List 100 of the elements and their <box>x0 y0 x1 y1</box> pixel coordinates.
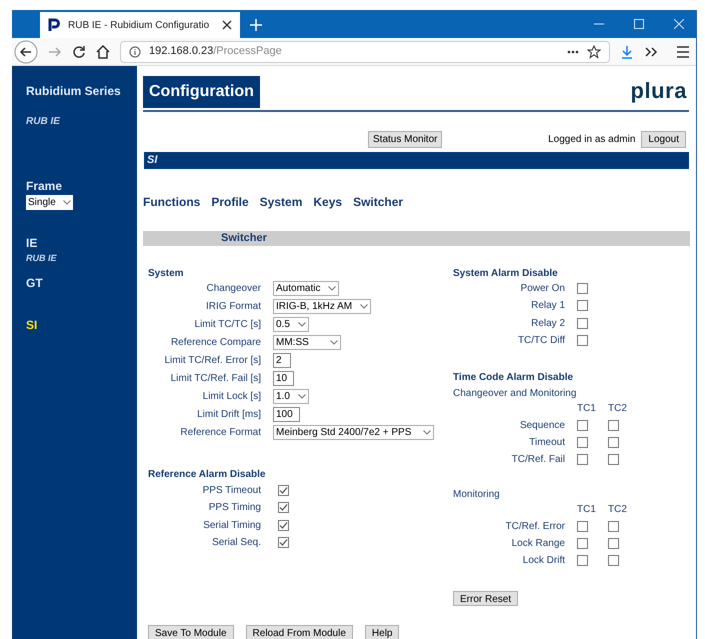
field-label: Limit Drift [ms] <box>197 408 261 422</box>
checkbox-label: TC/Ref. Fail <box>512 452 565 466</box>
dropdown[interactable]: Meinberg Std 2400/7e2 + PPS <box>273 425 434 440</box>
reload-icon[interactable] <box>72 44 86 58</box>
checkbox[interactable] <box>577 420 588 430</box>
checkbox-label: PPS Timeout <box>202 484 261 498</box>
error-reset-button[interactable]: Error Reset <box>453 590 518 606</box>
input-field[interactable]: 2 <box>273 353 291 368</box>
column-header: TC1 <box>577 402 595 416</box>
menu-icon[interactable] <box>676 46 690 58</box>
field-label: Reference Compare <box>170 336 261 350</box>
chevron-down-icon <box>328 286 336 291</box>
checkbox[interactable] <box>608 538 619 548</box>
group-subheading: Changeover and Monitoring <box>453 386 578 400</box>
field-label: Limit TC/TC [s] <box>194 318 261 332</box>
input-field[interactable]: 10 <box>273 371 294 386</box>
download-icon[interactable] <box>620 44 634 58</box>
checkbox-label: Timeout <box>529 436 565 450</box>
checkbox[interactable] <box>577 520 588 532</box>
home-icon[interactable] <box>96 44 110 58</box>
close-icon[interactable] <box>222 20 232 30</box>
column-header: TC1 <box>577 503 595 517</box>
menu-link[interactable]: Keys <box>313 192 342 206</box>
checkbox[interactable] <box>278 484 289 496</box>
checkbox[interactable] <box>577 436 588 448</box>
back-icon[interactable] <box>14 40 38 64</box>
dropdown[interactable]: IRIG-B, 1kHz AM <box>273 299 372 314</box>
info-icon[interactable] <box>129 46 141 58</box>
column-header: TC2 <box>608 503 626 517</box>
checkbox[interactable] <box>608 554 619 566</box>
field-label: Changeover <box>206 282 261 296</box>
checkbox-label: Sequence <box>520 418 565 432</box>
brand-logo: plura <box>630 80 687 102</box>
chevron-down-icon <box>360 304 368 309</box>
page-title: Configuration <box>143 76 260 108</box>
checkbox[interactable] <box>577 554 588 566</box>
footer-button[interactable]: Help <box>364 624 400 639</box>
group-heading: Reference Alarm Disable <box>148 468 266 480</box>
tab-title: RUB IE - Rubidium Configuratio <box>68 18 210 32</box>
group-heading: System <box>148 266 185 280</box>
sidebar-subtitle: RUB IE <box>26 115 62 129</box>
dropdown[interactable]: 1.0 <box>273 389 309 404</box>
checkbox-label: Lock Range <box>512 536 565 550</box>
frame-label: Frame <box>26 178 64 195</box>
logo-icon <box>48 18 60 32</box>
checkbox[interactable] <box>577 335 588 346</box>
checkbox-label: Lock Drift <box>522 554 565 568</box>
browser-tab[interactable]: RUB IE - Rubidium Configuratio <box>40 12 240 38</box>
checkbox[interactable] <box>577 318 588 329</box>
footer-button[interactable]: Reload From Module <box>246 624 353 639</box>
checkbox-label: Power On <box>520 282 565 296</box>
menu-link[interactable]: System <box>260 192 302 206</box>
star-icon[interactable] <box>587 44 601 58</box>
dropdown[interactable]: MM:SS <box>273 335 341 350</box>
checkbox-label: TC/TC Diff <box>518 334 565 348</box>
checkbox-label: PPS Timing <box>208 501 261 516</box>
sidebar-item[interactable]: IE <box>26 234 137 252</box>
checkbox-label: Relay 1 <box>531 299 565 314</box>
status-monitor-button[interactable]: Status Monitor <box>368 131 442 148</box>
checkbox[interactable] <box>608 436 619 448</box>
login-status: Logged in as admin <box>548 133 636 147</box>
checkbox[interactable] <box>577 300 588 312</box>
overflow-icon[interactable] <box>644 44 658 58</box>
field-label: Reference Format <box>180 426 261 440</box>
maximize-icon[interactable] <box>634 19 644 29</box>
chevron-down-icon <box>330 340 338 345</box>
sidebar-item[interactable]: GT <box>26 274 137 292</box>
checkbox[interactable] <box>608 454 619 464</box>
address-bar[interactable]: 192.168.0.23/ProcessPage <box>120 40 610 62</box>
more-icon[interactable] <box>567 50 579 54</box>
input-field[interactable]: 100 <box>273 407 300 422</box>
checkbox[interactable] <box>278 502 289 514</box>
checkbox[interactable] <box>608 520 619 532</box>
menu-link[interactable]: Switcher <box>353 192 404 206</box>
checkbox[interactable] <box>577 282 588 294</box>
footer-button[interactable]: Save To Module <box>148 624 234 639</box>
dropdown[interactable]: Automatic <box>273 281 340 296</box>
checkbox[interactable] <box>577 454 588 464</box>
checkbox-label: Serial Seq. <box>212 536 261 550</box>
field-label: IRIG Format <box>206 300 261 314</box>
field-label: Limit Lock [s] <box>202 390 261 404</box>
sidebar-item-subtitle: RUB IE <box>26 252 58 265</box>
checkbox[interactable] <box>278 520 289 531</box>
group-heading: System Alarm Disable <box>453 266 559 280</box>
group-heading: Time Code Alarm Disable <box>453 370 574 384</box>
chevron-down-icon <box>423 430 431 435</box>
field-label: Limit TC/Ref. Fail [s] <box>170 372 261 386</box>
checkbox[interactable] <box>577 538 588 548</box>
sidebar-title: Rubidium Series <box>26 83 122 100</box>
checkbox-label: Serial Timing <box>203 518 261 533</box>
menu-link[interactable]: Profile <box>211 192 249 206</box>
column-header: TC2 <box>608 402 626 416</box>
new-tab-icon[interactable] <box>250 19 262 31</box>
menu-link[interactable]: Functions <box>143 192 200 206</box>
dropdown[interactable]: 0.5 <box>273 317 309 332</box>
checkbox[interactable] <box>278 537 289 548</box>
frame-select[interactable]: Single <box>26 195 73 210</box>
checkbox[interactable] <box>608 420 619 430</box>
logout-button[interactable]: Logout <box>641 131 686 148</box>
sidebar-item[interactable]: SI <box>26 316 137 334</box>
